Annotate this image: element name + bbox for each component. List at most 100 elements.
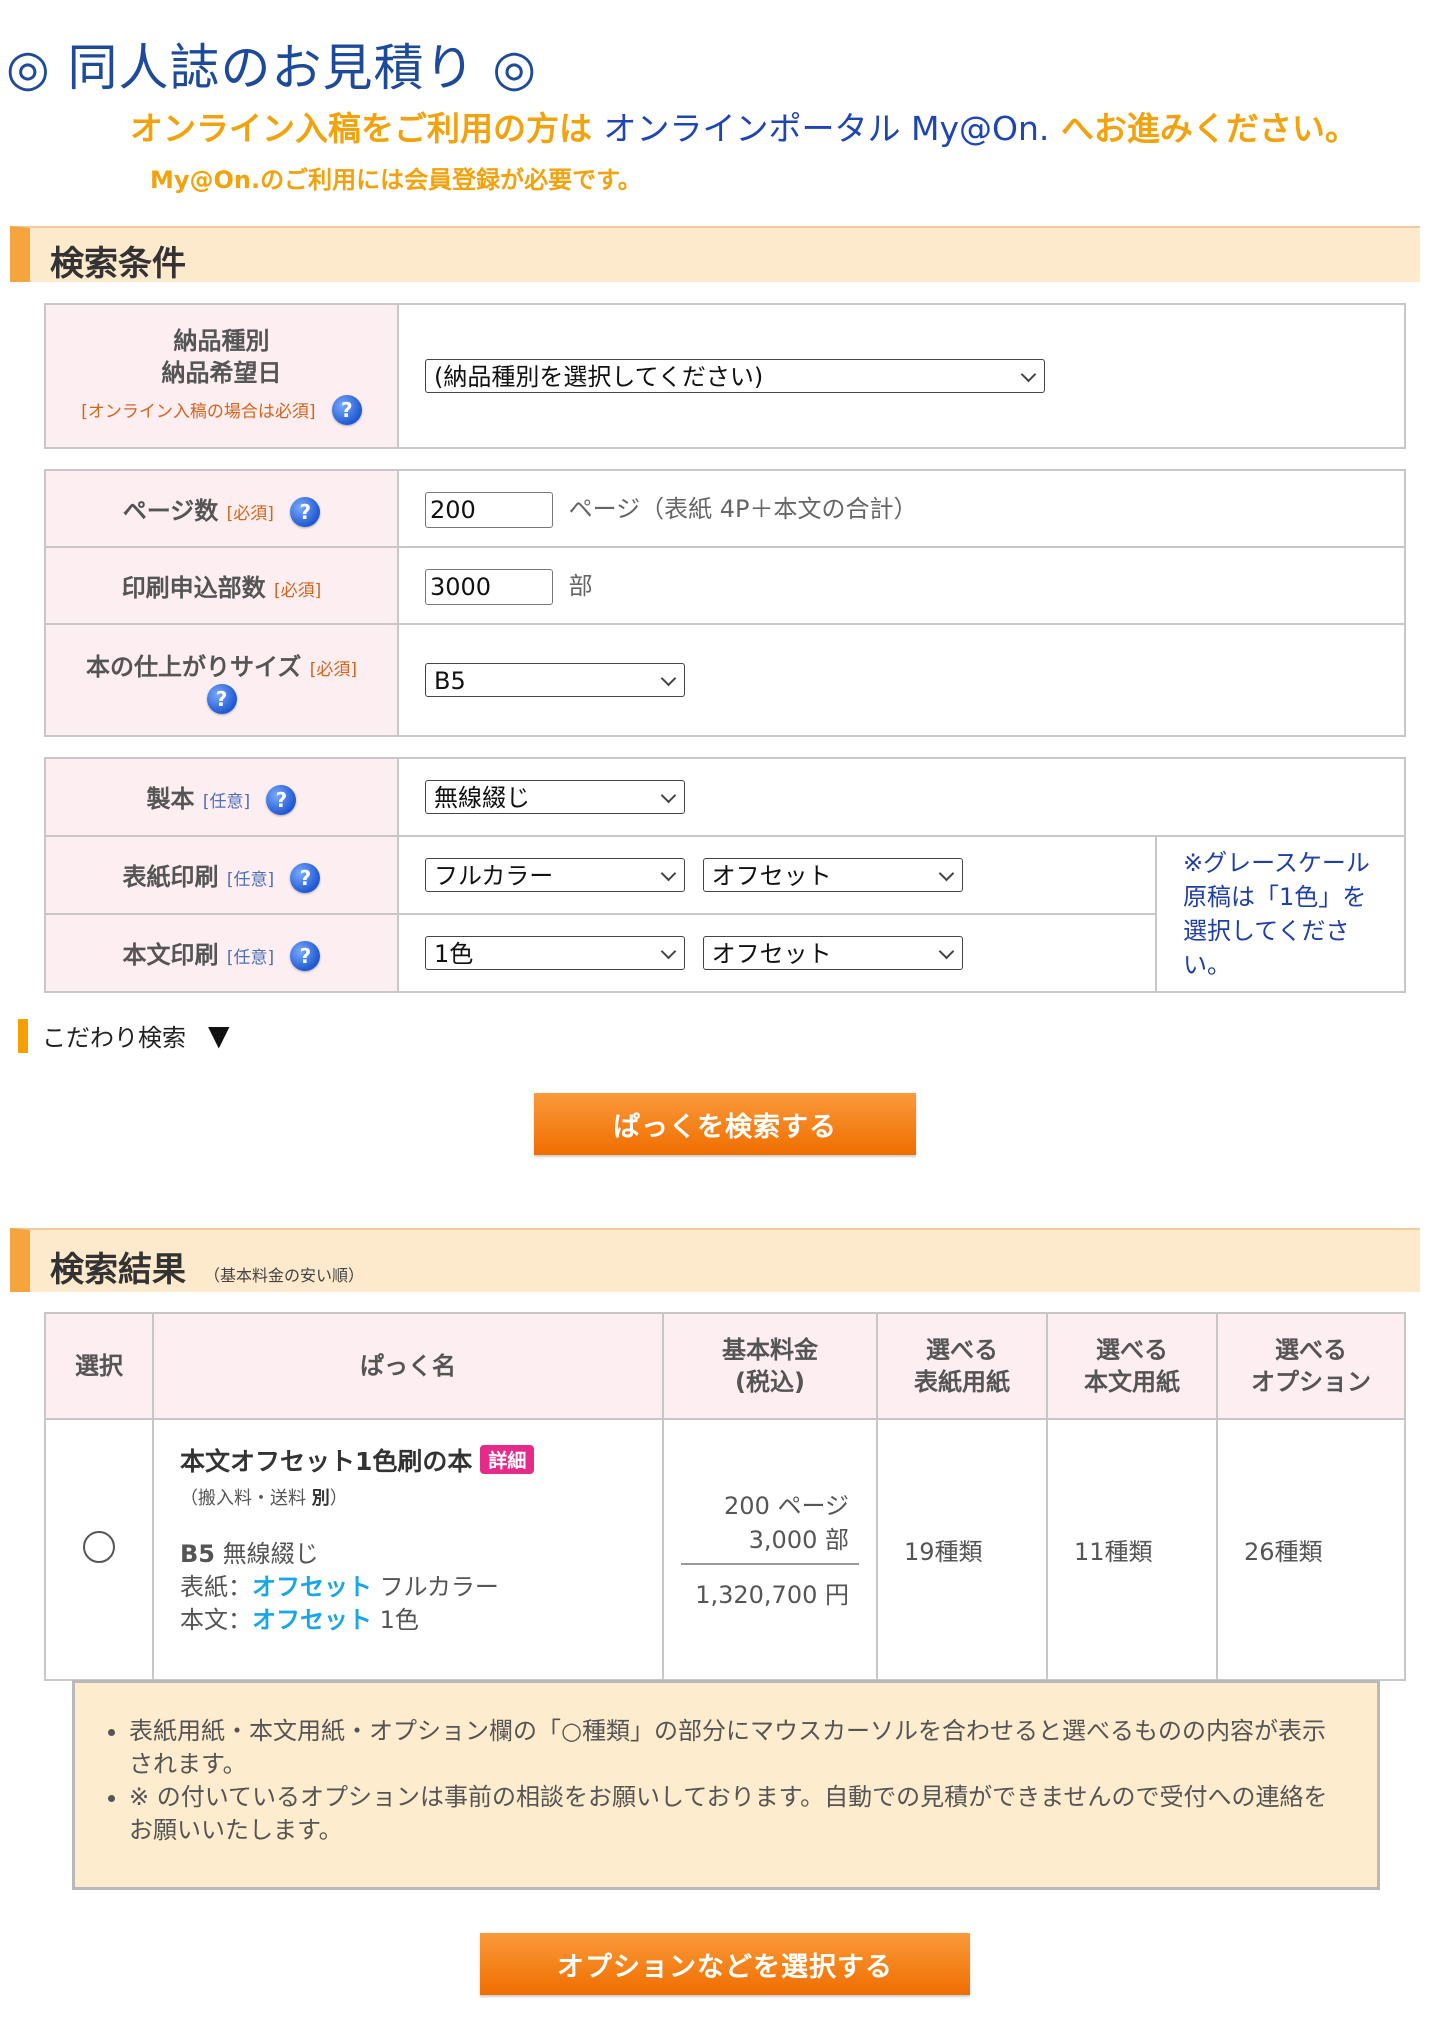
delivery-type-label: 納品種別: [173, 326, 270, 355]
pack-radio[interactable]: [83, 1530, 115, 1563]
delivery-type-select[interactable]: (納品種別を選択してください): [425, 359, 1045, 393]
options-cell: 26種類: [1216, 1418, 1406, 1681]
advanced-search-toggle[interactable]: こだわり検索 ▼: [18, 1018, 230, 1053]
required-badge: [必須]: [309, 659, 357, 680]
price-copies: 3,000 部: [748, 1526, 849, 1554]
triangle-down-icon: ▼: [208, 1019, 230, 1052]
body-color-select[interactable]: 1色: [425, 936, 685, 970]
delivery-date-label: 納品希望日: [161, 358, 282, 387]
required-badge: [必須]: [274, 581, 322, 601]
size-select-value: B5: [434, 667, 466, 695]
detail-badge[interactable]: 詳細: [480, 1445, 535, 1474]
pages-unit: ページ（表紙 4P＋本文の合計）: [568, 495, 918, 523]
binding-label: 製本 [任意] ?: [44, 757, 399, 837]
search-section-title: 検索条件: [50, 244, 186, 284]
size-select[interactable]: B5: [425, 663, 685, 697]
online-notice: オンライン入稿をご利用の方は オンラインポータル My@On. へお進みください…: [130, 102, 1358, 150]
list-item: ※ の付いているオプションは事前の相談をお願いしております。自動での見積ができま…: [129, 1781, 1337, 1847]
cover-papers-cell: 19種類: [876, 1418, 1048, 1681]
copies-unit: 部: [568, 572, 593, 600]
body-method-select[interactable]: オフセット: [702, 936, 963, 970]
binding-select[interactable]: 無線綴じ: [425, 780, 685, 814]
cover-print-label-text: 表紙印刷: [122, 863, 219, 891]
size-value: B5: [397, 623, 1406, 737]
results-section-title: 検索結果 （基本料金の安い順）: [50, 1242, 364, 1291]
spec-cover-label: 表紙：: [180, 1573, 252, 1601]
pack-cell: 本文オフセット1色刷の本 詳細 （搬入料・送料 別） B5 無線綴じ 表紙：オフセ…: [152, 1418, 664, 1681]
portal-link[interactable]: オンラインポータル My@On.: [604, 109, 1050, 148]
chevron-down-icon: [660, 865, 677, 882]
delivery-required-note: [オンライン入稿の場合は必須]: [81, 401, 316, 422]
copies-input[interactable]: 3000: [425, 569, 553, 605]
cover-method-select[interactable]: オフセット: [702, 858, 963, 892]
spec-body-label: 本文：: [180, 1606, 252, 1634]
advanced-search-label: こだわり検索: [42, 1024, 186, 1052]
shipping-note-open: （搬入料・送料: [180, 1488, 312, 1509]
delivery-value: (納品種別を選択してください): [397, 303, 1406, 449]
pages-input[interactable]: 200: [425, 492, 553, 528]
page-title: ◎ 同人誌のお見積り ◎: [6, 39, 538, 97]
body-color-select-value: 1色: [434, 940, 474, 968]
select-options-button[interactable]: オプションなどを選択する: [480, 1933, 970, 1995]
pages-label-text: ページ数: [122, 496, 219, 525]
binding-label-text: 製本: [146, 785, 195, 813]
col-pack-name: ぱっく名: [152, 1312, 664, 1420]
col-price: 基本料金 (税込): [662, 1312, 878, 1420]
options-count[interactable]: 26種類: [1244, 1538, 1323, 1566]
notes-box: 表紙用紙・本文用紙・オプション欄の「○種類」の部分にマウスカーソルを合わせると選…: [72, 1680, 1380, 1890]
required-table: ページ数 [必須] ? 200 ページ（表紙 4P＋本文の合計） 印刷申込部数 …: [44, 469, 1406, 737]
chevron-down-icon: [660, 943, 677, 960]
pack-spec: B5 無線綴じ 表紙：オフセット フルカラー 本文：オフセット 1色: [180, 1538, 661, 1637]
chevron-down-icon: [938, 865, 954, 882]
results-section-header: 検索結果 （基本料金の安い順）: [10, 1228, 1420, 1292]
col-options: 選べる オプション: [1216, 1312, 1406, 1420]
shipping-note-close: ）: [329, 1488, 348, 1509]
page: ◎ 同人誌のお見積り ◎ オンライン入稿をご利用の方は オンラインポータル My…: [0, 0, 1440, 2026]
help-icon[interactable]: ?: [290, 863, 321, 893]
spec-binding: 無線綴じ: [222, 1540, 319, 1568]
spec-body-color: 1色: [379, 1606, 419, 1634]
binding-value: 無線綴じ: [397, 757, 1406, 837]
help-icon[interactable]: ?: [290, 941, 321, 971]
results-table: 選択 ぱっく名 基本料金 (税込) 選べる 表紙用紙 選べる 本文用紙 選べる …: [44, 1312, 1406, 1681]
advanced-search-marker: [18, 1018, 28, 1053]
table-row: 本文オフセット1色刷の本 詳細 （搬入料・送料 別） B5 無線綴じ 表紙：オフセ…: [44, 1418, 1406, 1681]
cover-method-select-value: オフセット: [711, 862, 832, 890]
col-cover-paper: 選べる 表紙用紙: [876, 1312, 1048, 1420]
optional-badge: [任意]: [202, 792, 251, 812]
help-icon[interactable]: ?: [266, 785, 297, 815]
col-select: 選択: [44, 1312, 154, 1420]
col-options-line2: オプション: [1251, 1368, 1371, 1396]
col-cover-paper-line1: 選べる: [926, 1336, 998, 1364]
cover-color-select-value: フルカラー: [434, 862, 554, 890]
body-print-label: 本文印刷 [任意] ?: [44, 913, 399, 993]
chevron-down-icon: [938, 943, 954, 960]
search-button[interactable]: ぱっくを検索する: [534, 1093, 916, 1155]
spec-cover-method: オフセット: [252, 1573, 372, 1601]
results-title-text: 検索結果: [50, 1250, 186, 1290]
body-print-label-text: 本文印刷: [122, 941, 219, 969]
results-header-row: 選択 ぱっく名 基本料金 (税込) 選べる 表紙用紙 選べる 本文用紙 選べる …: [44, 1312, 1406, 1420]
required-badge: [必須]: [226, 503, 274, 524]
help-icon[interactable]: ?: [290, 496, 321, 527]
spec-cover-color: フルカラー: [379, 1573, 499, 1601]
delivery-table: 納品種別 納品希望日 [オンライン入稿の場合は必須] ? (納品種別を選択してく…: [44, 303, 1406, 449]
col-price-line1: 基本料金: [722, 1336, 818, 1364]
pack-name: 本文オフセット1色刷の本: [180, 1447, 473, 1476]
col-body-paper-line1: 選べる: [1096, 1336, 1168, 1364]
chevron-down-icon: [660, 670, 677, 687]
help-icon[interactable]: ?: [206, 683, 237, 714]
col-cover-paper-line2: 表紙用紙: [914, 1368, 1010, 1396]
grayscale-note: ※グレースケール原稿は「1色」を選択してください。: [1155, 835, 1406, 993]
copies-label-text: 印刷申込部数: [121, 574, 266, 602]
notice-suffix: へお進みください。: [1060, 109, 1358, 148]
cover-papers-count[interactable]: 19種類: [904, 1538, 983, 1566]
cover-color-select[interactable]: フルカラー: [425, 858, 685, 892]
shipping-note-bold: 別: [311, 1488, 330, 1509]
cover-print-label: 表紙印刷 [任意] ?: [44, 835, 399, 915]
body-papers-count[interactable]: 11種類: [1074, 1538, 1153, 1566]
col-body-paper: 選べる 本文用紙: [1046, 1312, 1218, 1420]
pages-label: ページ数 [必須] ?: [44, 469, 399, 548]
body-papers-cell: 11種類: [1046, 1418, 1218, 1681]
help-icon[interactable]: ?: [331, 394, 362, 425]
